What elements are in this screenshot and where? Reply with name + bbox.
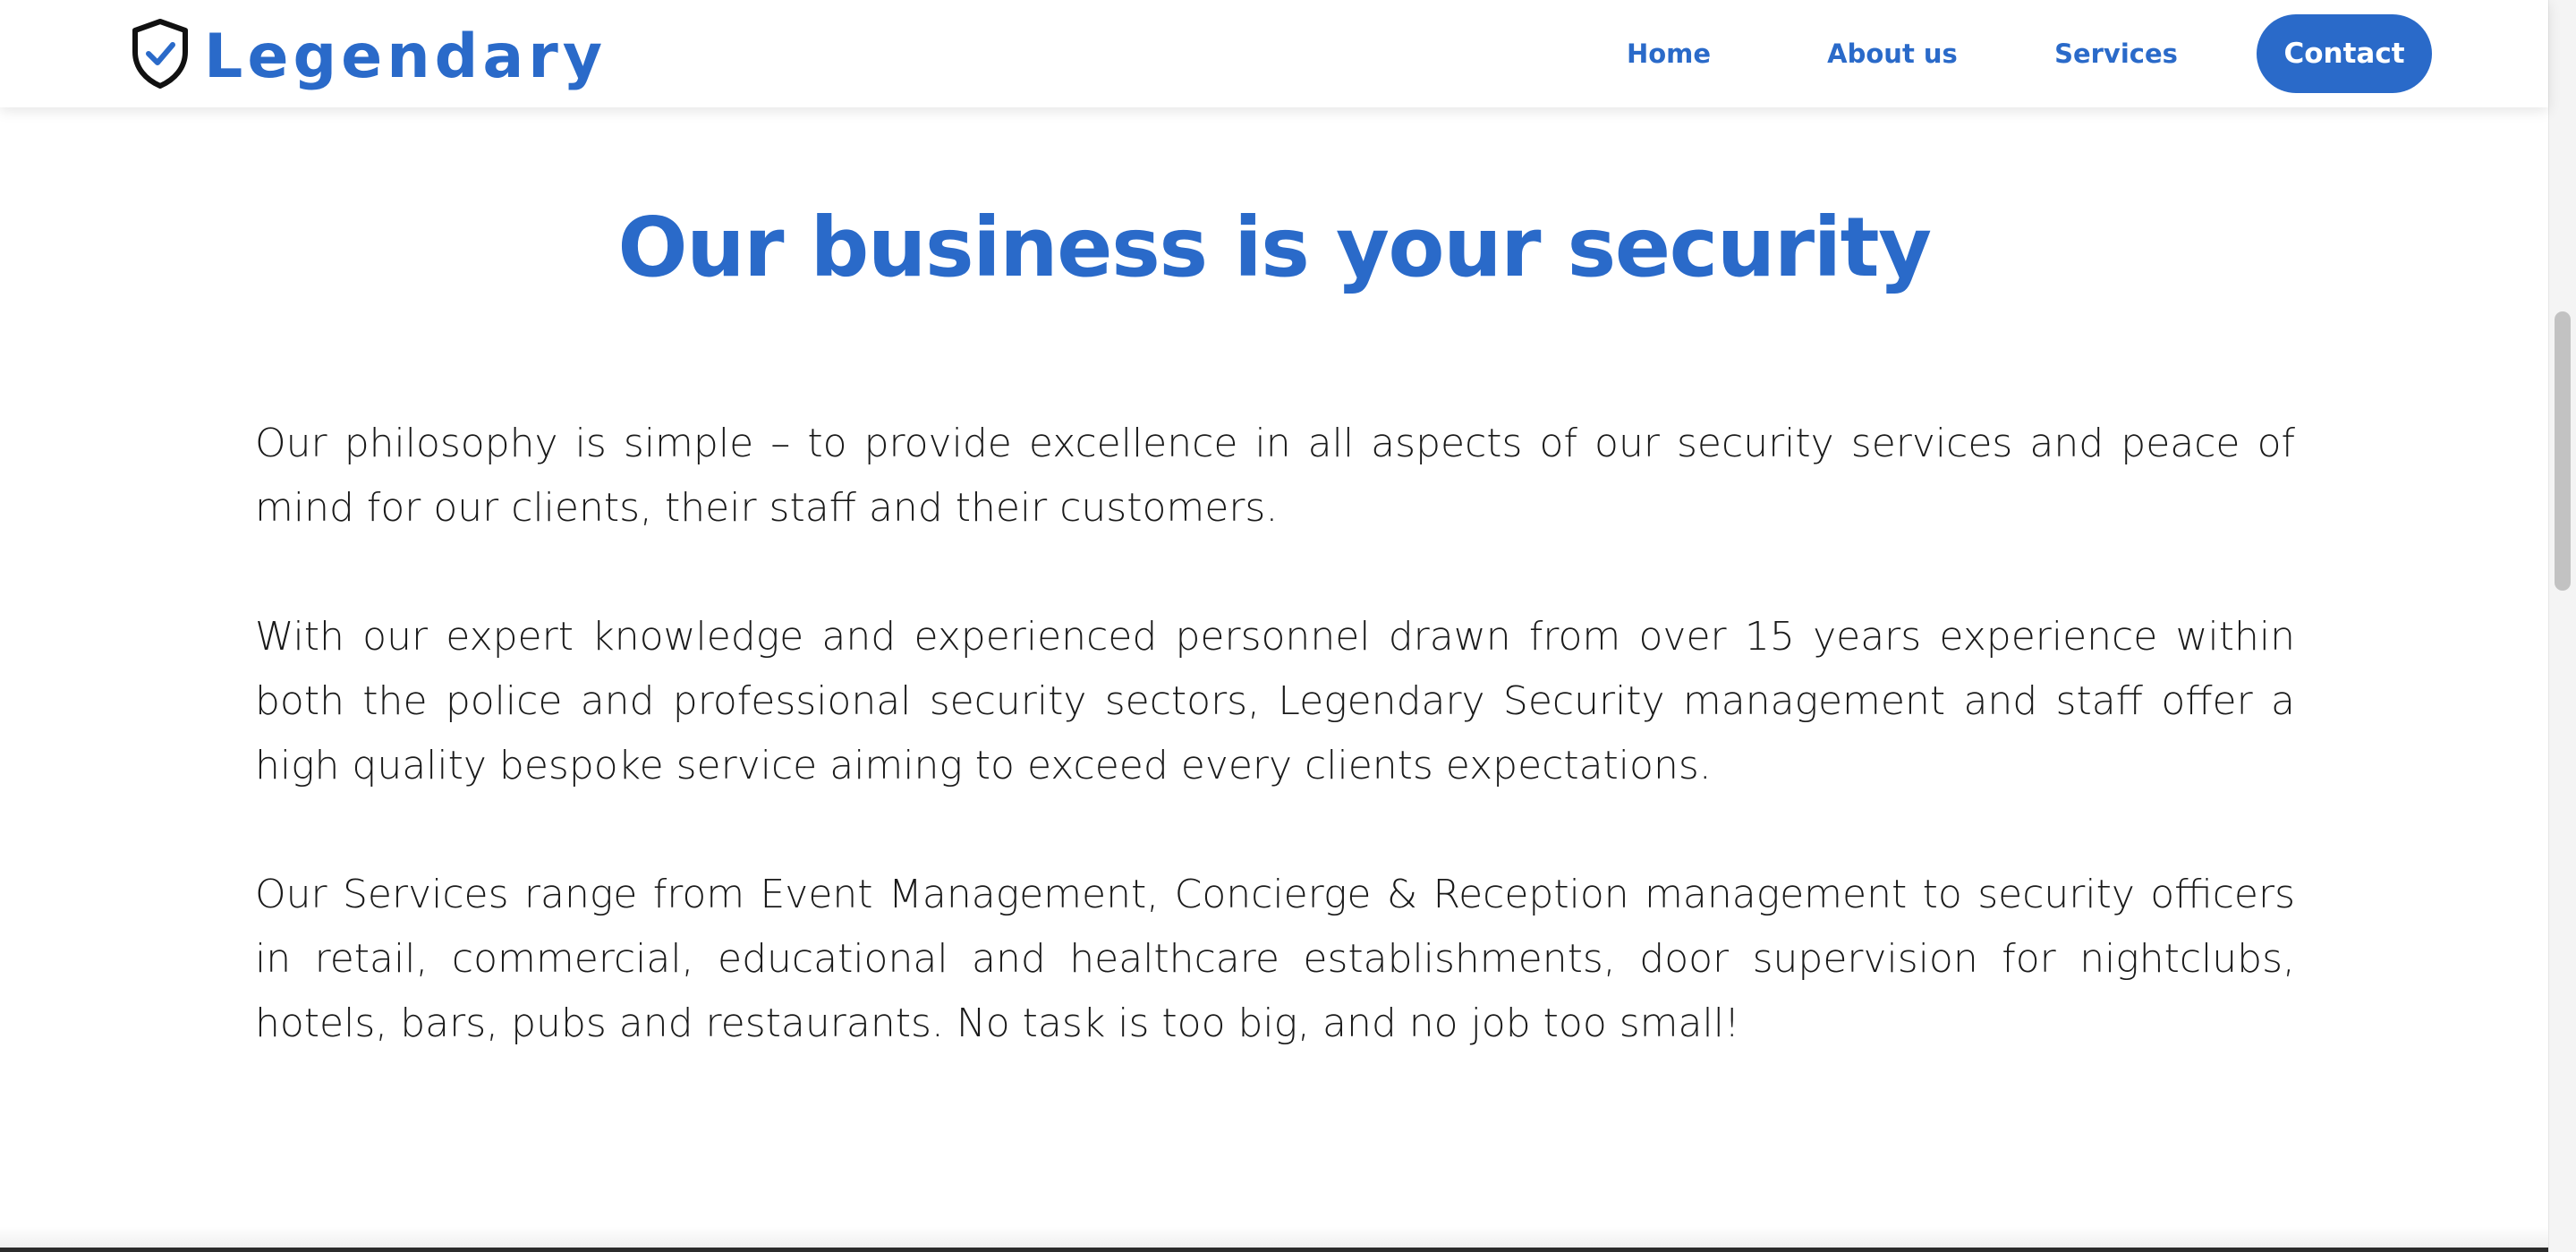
navbar: Legendary Home About us Services Contact (0, 0, 2548, 107)
nav-services-link[interactable]: Services (2049, 14, 2183, 93)
nav-home-link[interactable]: Home (1602, 14, 1736, 93)
page-headline: Our business is your security (617, 200, 1932, 295)
paragraph-experience: With our expert knowledge and experience… (255, 614, 2295, 788)
scrollbar-track[interactable] (2548, 0, 2576, 1252)
nav-about-link[interactable]: About us (1825, 14, 1960, 93)
nav-links: Home About us Services Contact (0, 14, 2548, 93)
page: Legendary Home About us Services Contact… (0, 0, 2576, 1252)
intro-section: Our philosophy is simple – to provide ex… (255, 412, 2295, 1120)
window-bottom-edge (0, 1248, 2548, 1252)
scrollbar-thumb[interactable] (2555, 311, 2571, 591)
paragraph-philosophy: Our philosophy is simple – to provide ex… (255, 421, 2295, 531)
contact-button[interactable]: Contact (2257, 14, 2432, 93)
paragraph-services: Our Services range from Event Management… (255, 872, 2295, 1046)
